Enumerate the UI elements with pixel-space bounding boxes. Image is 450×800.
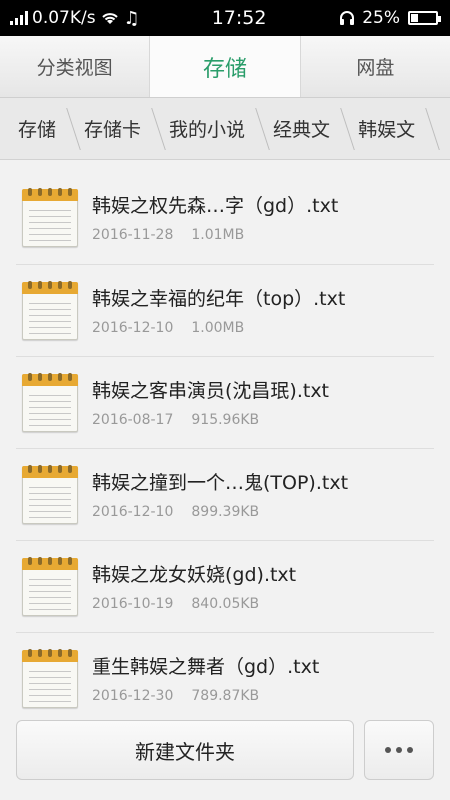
file-size: 899.39KB <box>191 503 260 520</box>
file-size: 915.96KB <box>191 411 260 428</box>
file-row[interactable]: 韩娱之龙女妖娆(gd).txt 2016-10-19 840.05KB <box>16 540 434 632</box>
breadcrumb-my-novels[interactable]: 我的小说 <box>159 98 263 159</box>
file-name: 韩娱之权先森…字（gd）.txt <box>92 195 339 217</box>
file-date: 2016-08-17 <box>92 411 174 428</box>
file-name: 韩娱之龙女妖娆(gd).txt <box>92 563 297 586</box>
signal-icon <box>10 11 28 25</box>
file-date: 2016-12-10 <box>92 319 174 336</box>
file-size: 1.00MB <box>191 319 245 336</box>
breadcrumb-korean-ent[interactable]: 韩娱文 <box>348 98 433 159</box>
battery-icon <box>408 11 441 25</box>
file-size: 840.05KB <box>191 595 260 612</box>
file-row[interactable]: 重生韩娱之舞者（gd）.txt 2016-12-30 789.87KB <box>16 632 434 710</box>
file-name: 韩娱之撞到一个…鬼(TOP).txt <box>92 471 349 494</box>
clock: 17:52 <box>211 7 267 29</box>
file-list: 韩娱之权先森…字（gd）.txt 2016-11-28 1.01MB 韩娱之幸福的… <box>16 172 434 710</box>
breadcrumb: 存储 存储卡 我的小说 经典文 韩娱文 <box>0 98 450 160</box>
file-date: 2016-12-30 <box>92 687 174 704</box>
breadcrumb-classics[interactable]: 经典文 <box>263 98 348 159</box>
file-row[interactable]: 韩娱之权先森…字（gd）.txt 2016-11-28 1.01MB <box>16 172 434 264</box>
file-date: 2016-12-10 <box>92 503 174 520</box>
text-file-icon <box>22 556 78 616</box>
file-name: 重生韩娱之舞者（gd）.txt <box>92 655 320 678</box>
file-row[interactable]: 韩娱之撞到一个…鬼(TOP).txt 2016-12-10 899.39KB <box>16 448 434 540</box>
text-file-icon <box>22 648 78 708</box>
new-folder-button[interactable]: 新建文件夹 <box>16 720 354 780</box>
bottom-bar: 新建文件夹 <box>0 714 450 800</box>
text-file-icon <box>22 464 78 524</box>
text-file-icon <box>22 372 78 432</box>
battery-percent: 25% <box>362 8 400 28</box>
breadcrumb-storage[interactable]: 存储 <box>8 98 74 159</box>
file-date: 2016-11-28 <box>92 227 174 243</box>
file-row[interactable]: 韩娱之客串演员(沈昌珉).txt 2016-08-17 915.96KB <box>16 356 434 448</box>
tab-storage[interactable]: 存储 <box>149 36 301 97</box>
more-icon[interactable] <box>364 720 434 780</box>
tab-cloud-drive[interactable]: 网盘 <box>301 36 450 97</box>
status-bar: 0.07K/s ♫ 17:52 25% <box>0 0 450 36</box>
headset-icon <box>340 11 355 25</box>
text-file-icon <box>22 280 78 340</box>
file-name: 韩娱之幸福的纪年（top）.txt <box>92 287 346 310</box>
file-size: 789.87KB <box>191 687 260 704</box>
file-row[interactable]: 韩娱之幸福的纪年（top）.txt 2016-12-10 1.00MB <box>16 264 434 356</box>
text-file-icon <box>22 188 78 247</box>
file-date: 2016-10-19 <box>92 595 174 612</box>
wifi-icon <box>101 13 118 24</box>
tab-category-view[interactable]: 分类视图 <box>0 36 149 97</box>
file-name: 韩娱之客串演员(沈昌珉).txt <box>92 379 330 402</box>
file-size: 1.01MB <box>191 227 245 243</box>
breadcrumb-sd-card[interactable]: 存储卡 <box>74 98 159 159</box>
net-speed: 0.07K/s <box>32 8 96 28</box>
music-icon: ♫ <box>123 7 140 29</box>
top-tabs: 分类视图 存储 网盘 <box>0 36 450 98</box>
